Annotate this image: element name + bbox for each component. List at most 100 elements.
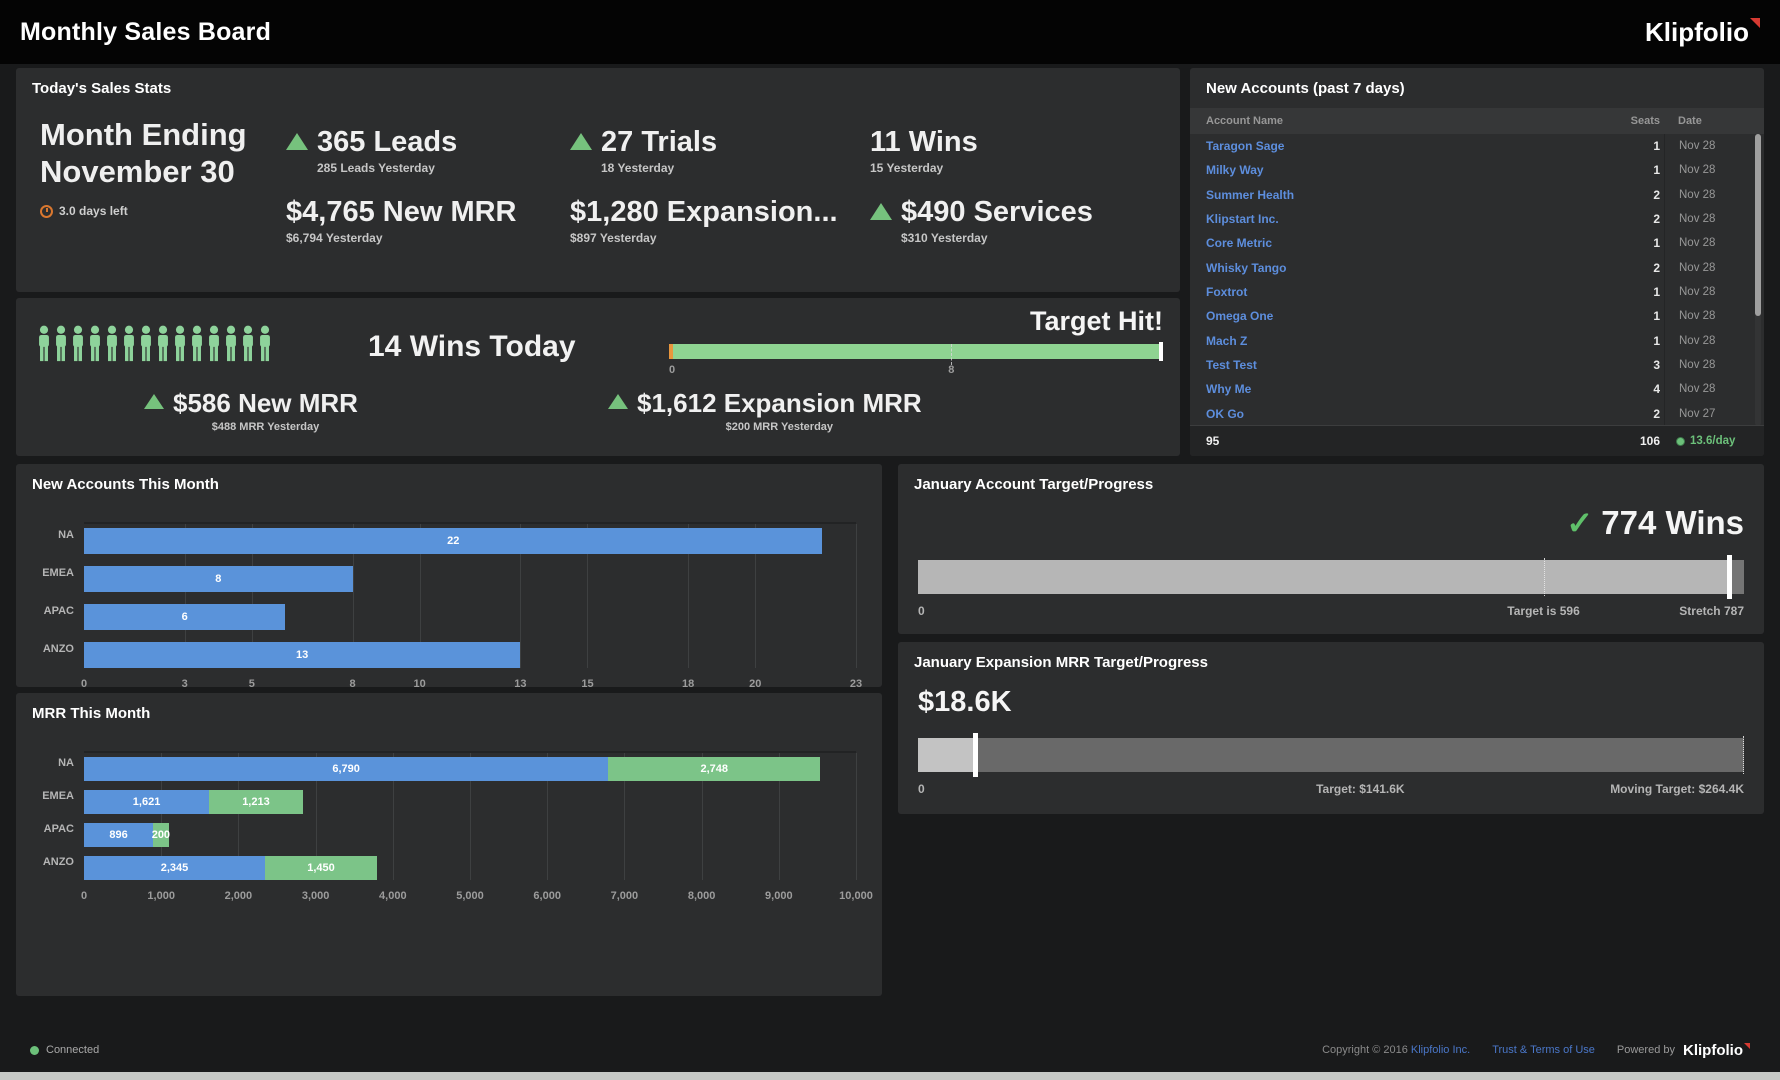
account-link[interactable]: Whisky Tango — [1190, 261, 1594, 275]
person-icon — [70, 325, 86, 363]
stat-trials: 27 Trials18 Yesterday — [570, 126, 870, 180]
account-link[interactable]: Test Test — [1190, 358, 1594, 372]
days-left: 3.0 days left — [40, 204, 128, 218]
person-icon — [87, 325, 103, 363]
min-label: 0 — [918, 604, 925, 618]
table-row: Milky Way1Nov 28 — [1190, 158, 1764, 182]
x-tick-label: 0 — [81, 890, 87, 902]
stat-expansion-mrr: $1,280 Expansion...$897 Yesterday — [570, 196, 870, 250]
account-link[interactable]: Summer Health — [1190, 188, 1594, 202]
bar-track: 1,621 1,213 — [84, 790, 856, 814]
table-body: Taragon Sage1Nov 28Milky Way1Nov 28 Summe… — [1190, 134, 1764, 426]
powered-by-label: Powered by — [1617, 1044, 1675, 1056]
account-link[interactable]: Mach Z — [1190, 334, 1594, 348]
stat-value: 27 Trials — [601, 126, 717, 158]
gridline — [856, 524, 857, 668]
trend-up-icon — [286, 133, 308, 150]
target-label: Target: $141.6K — [1316, 782, 1404, 796]
table-row: Core Metric1Nov 28 — [1190, 231, 1764, 255]
gauge-value-marker — [1159, 342, 1163, 361]
column-header-seats: Seats — [1594, 115, 1664, 127]
date-value: Nov 28 — [1664, 377, 1764, 401]
bar-segment: 896 — [84, 823, 153, 847]
progress-bar — [918, 560, 1744, 594]
table-row: Taragon Sage1Nov 28 — [1190, 134, 1764, 158]
panel-todays-sales-stats: Today's Sales Stats Month Ending Novembe… — [16, 68, 1180, 292]
wins-stat-expansion-mrr: $1,612 Expansion MRR$200 MRR Yesterday — [608, 388, 922, 433]
headline-value: $18.6K — [918, 686, 1012, 719]
logo-flag-icon — [1750, 18, 1760, 28]
bar-value-label: 1,450 — [307, 862, 335, 874]
stat-value: 365 Leads — [317, 126, 457, 158]
scrollbar-thumb[interactable] — [1755, 134, 1761, 316]
klipfolio-logo-text: Klipfolio — [1683, 1042, 1743, 1059]
bar-value-label: 22 — [447, 535, 459, 547]
account-link[interactable]: Foxtrot — [1190, 285, 1594, 299]
target-line — [1544, 558, 1545, 596]
total-seats: 106 — [1594, 434, 1664, 448]
bar-value-label: 1,621 — [133, 796, 161, 808]
days-left-label: 3.0 days left — [59, 204, 128, 218]
bar-segment: 2,748 — [608, 757, 820, 781]
logo-flag-icon — [1744, 1043, 1750, 1049]
category-label: NA — [32, 522, 84, 548]
klipfolio-logo-text: Klipfolio — [1645, 17, 1749, 47]
window-edge — [0, 1072, 1780, 1080]
bar-chart-mrr: NAEMEAAPACANZO6,7902,7481,6211,213896200… — [32, 751, 856, 904]
account-link[interactable]: Why Me — [1190, 382, 1594, 396]
category-label: APAC — [32, 817, 84, 841]
bar-value-label: 1,213 — [242, 796, 270, 808]
moving-target-line — [1743, 736, 1744, 774]
date-value: Nov 28 — [1664, 207, 1764, 231]
x-tick-label: 10,000 — [839, 890, 873, 902]
header-bar: Monthly Sales Board Klipfolio — [0, 0, 1780, 64]
x-tick-label: 8,000 — [688, 890, 716, 902]
klipfolio-logo: Klipfolio — [1645, 17, 1760, 48]
panel-title: January Expansion MRR Target/Progress — [914, 654, 1208, 671]
check-icon: ✓ — [1566, 508, 1593, 538]
bar-track: 6,790 2,748 — [84, 757, 856, 781]
rate-dot-icon — [1676, 437, 1685, 446]
x-tick-label: 10 — [414, 678, 426, 690]
panel-title: Today's Sales Stats — [32, 80, 171, 97]
account-link[interactable]: Klipstart Inc. — [1190, 212, 1594, 226]
x-tick-label: 9,000 — [765, 890, 793, 902]
date-value: Nov 28 — [1664, 329, 1764, 353]
stat-value: $4,765 New MRR — [286, 196, 517, 228]
x-tick-label: 5 — [249, 678, 255, 690]
seats-value: 2 — [1594, 261, 1664, 275]
person-icon — [223, 325, 239, 363]
panel-new-accounts-table: New Accounts (past 7 days) Account Name … — [1190, 68, 1764, 456]
account-link[interactable]: Milky Way — [1190, 163, 1594, 177]
column-header-account-name: Account Name — [1190, 115, 1594, 127]
bar-segment: 2,345 — [84, 856, 265, 880]
account-link[interactable]: OK Go — [1190, 407, 1594, 421]
stat-sub: 15 Yesterday — [870, 161, 978, 175]
account-link[interactable]: Taragon Sage — [1190, 139, 1594, 153]
date-value: Nov 28 — [1664, 304, 1764, 328]
account-link[interactable]: Omega One — [1190, 309, 1594, 323]
stat-value: $1,612 Expansion MRR — [637, 388, 922, 418]
stat-wins: 11 Wins15 Yesterday — [870, 126, 1170, 180]
x-tick-label: 5,000 — [456, 890, 484, 902]
progress-axis: 0 Target: $141.6K Moving Target: $264.4K — [918, 782, 1744, 796]
bar-value-label: 6 — [182, 611, 188, 623]
stats-grid: 365 Leads285 Leads Yesterday 27 Trials18… — [286, 126, 1170, 250]
company-link[interactable]: Klipfolio Inc. — [1411, 1044, 1470, 1056]
bar-segment: 1,450 — [265, 856, 377, 880]
gauge-axis: 0 8 — [669, 364, 1163, 378]
bar-segment: 200 — [153, 823, 168, 847]
bar-track: 6 — [84, 604, 856, 630]
terms-link[interactable]: Trust & Terms of Use — [1492, 1044, 1595, 1056]
person-icon — [240, 325, 256, 363]
stat-sub: $6,794 Yesterday — [286, 231, 517, 245]
table-row: Klipstart Inc.2Nov 28 — [1190, 207, 1764, 231]
x-tick-label: 6,000 — [533, 890, 561, 902]
panel-title: New Accounts This Month — [32, 476, 219, 493]
bar-value-label: 896 — [109, 829, 127, 841]
klipfolio-logo-small: Klipfolio — [1683, 1042, 1750, 1059]
bar-value-label: 6,790 — [332, 763, 360, 775]
x-tick-label: 23 — [850, 678, 862, 690]
rate-label: 13.6/day — [1690, 435, 1735, 447]
account-link[interactable]: Core Metric — [1190, 236, 1594, 250]
